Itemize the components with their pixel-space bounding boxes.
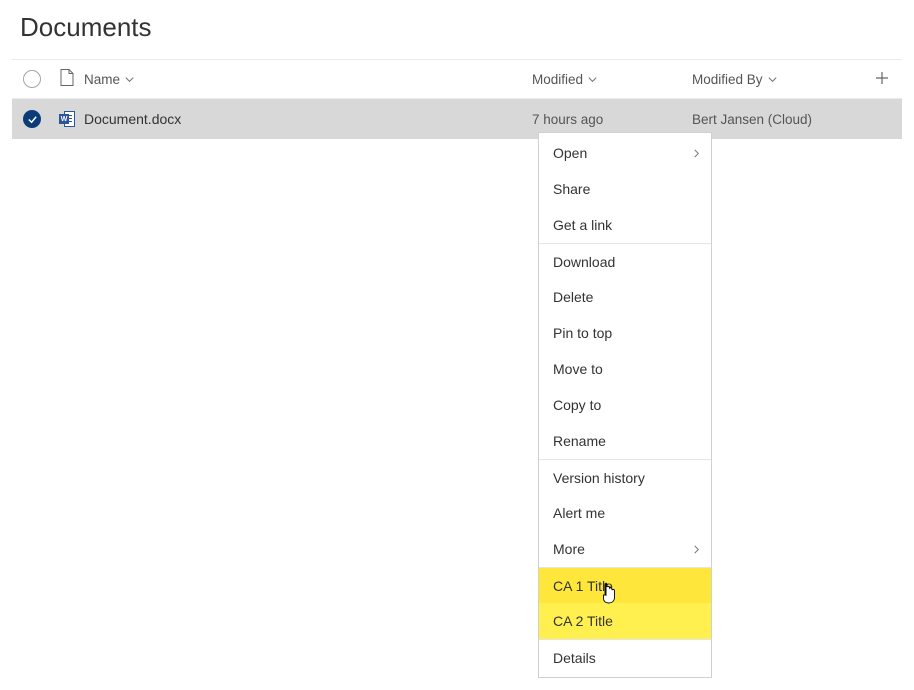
context-menu-item[interactable]: CA 1 Title [539,567,711,603]
chevron-right-icon [692,145,701,161]
context-menu: Open Share Get a link Download Delete Pin to … [538,132,712,678]
column-header-row: Name Modified Modified By [12,59,902,99]
context-menu-item-label: Delete [553,289,593,305]
context-menu-item-label: Get a link [553,217,612,233]
context-menu-item[interactable]: Move to [539,351,711,387]
context-menu-item-label: Alert me [553,505,605,521]
modified-column-label: Modified [532,72,583,87]
row-name[interactable]: Document.docx [82,111,532,127]
row-modified-by-text: Bert Jansen (Cloud) [692,112,812,127]
context-menu-item[interactable]: More [539,531,711,567]
context-menu-item[interactable]: Version history [539,459,711,495]
add-column-button[interactable] [862,71,902,88]
context-menu-item-label: Move to [553,361,603,377]
row-modified: 7 hours ago [532,112,692,127]
context-menu-item-label: Details [553,650,596,666]
row-modified-by: Bert Jansen (Cloud) [692,112,862,127]
document-list: Name Modified Modified By [0,59,914,139]
context-menu-item[interactable]: Details [539,639,711,675]
context-menu-item-label: Version history [553,470,645,486]
context-menu-item-label: CA 1 Title [553,578,613,594]
modified-column-header[interactable]: Modified [532,72,692,87]
modified-by-column-label: Modified By [692,72,763,87]
context-menu-item[interactable]: Delete [539,279,711,315]
row-name-text: Document.docx [84,111,181,127]
context-menu-item-label: Copy to [553,397,601,413]
modified-by-column-header[interactable]: Modified By [692,72,862,87]
select-all-circle-icon [23,70,41,88]
context-menu-item-label: Open [553,145,587,161]
name-column-header[interactable]: Name [82,72,532,87]
context-menu-item[interactable]: Share [539,171,711,207]
context-menu-item-label: Download [553,254,615,270]
context-menu-item[interactable]: Download [539,243,711,279]
chevron-right-icon [692,541,701,557]
table-row[interactable]: W Document.docx 7 hours ago Bert Jansen … [12,99,902,139]
row-select[interactable] [12,110,52,128]
chevron-down-icon [767,74,778,85]
row-file-icon: W [52,111,82,127]
chevron-down-icon [124,74,135,85]
context-menu-item-label: Rename [553,433,606,449]
context-menu-item[interactable]: Alert me [539,495,711,531]
checkmark-circle-icon [23,110,41,128]
file-icon [60,69,74,89]
context-menu-item[interactable]: Open [539,135,711,171]
word-document-icon: W [59,111,75,127]
context-menu-item[interactable]: CA 2 Title [539,603,711,639]
context-menu-item-label: More [553,541,585,557]
chevron-down-icon [587,74,598,85]
row-modified-text: 7 hours ago [532,112,603,127]
page-title: Documents [0,0,914,59]
context-menu-item-label: Share [553,181,590,197]
context-menu-item-label: Pin to top [553,325,612,341]
context-menu-item-label: CA 2 Title [553,613,613,629]
context-menu-item[interactable]: Pin to top [539,315,711,351]
context-menu-item[interactable]: Get a link [539,207,711,243]
type-column-header[interactable] [52,69,82,89]
context-menu-item[interactable]: Copy to [539,387,711,423]
name-column-label: Name [84,72,120,87]
select-all-column[interactable] [12,70,52,88]
plus-icon [875,71,889,88]
context-menu-item[interactable]: Rename [539,423,711,459]
